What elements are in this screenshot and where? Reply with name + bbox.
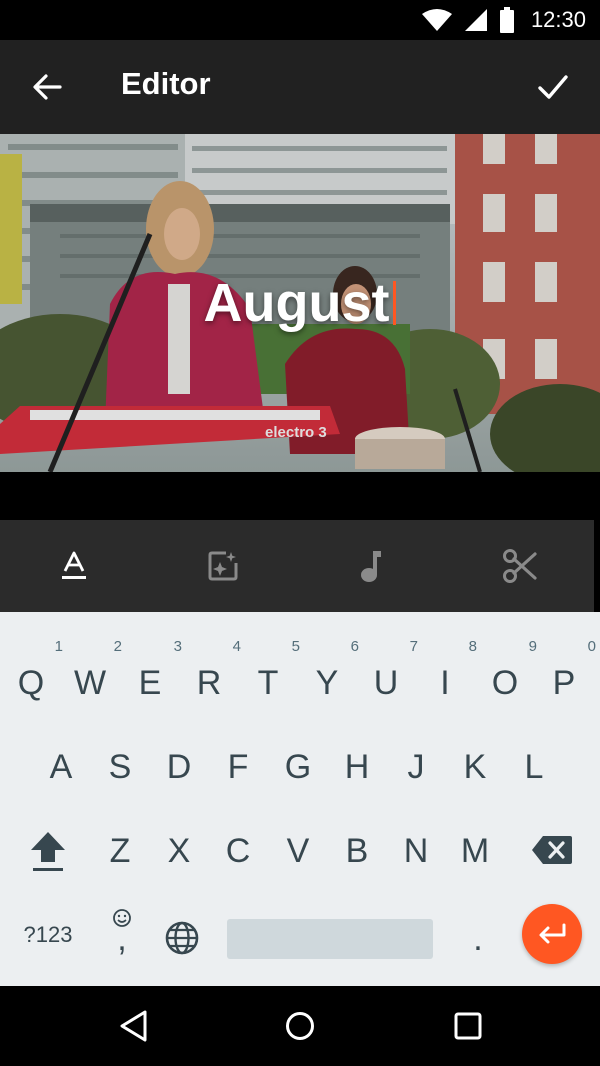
- backspace-icon: [532, 836, 572, 864]
- system-nav-bar: [0, 986, 600, 1066]
- key-u[interactable]: U7: [366, 638, 418, 703]
- shift-icon: [31, 832, 65, 871]
- key-t[interactable]: T5: [248, 638, 300, 703]
- status-time: 12:30: [530, 7, 586, 32]
- app-bar: Editor: [0, 40, 600, 134]
- tab-text[interactable]: [0, 520, 149, 612]
- key-g[interactable]: G: [278, 748, 318, 787]
- done-button[interactable]: [528, 62, 578, 112]
- key-m[interactable]: M: [455, 832, 495, 871]
- caption-text: August: [203, 273, 390, 333]
- key-h[interactable]: H: [337, 748, 377, 787]
- tab-music[interactable]: [297, 520, 446, 612]
- status-bar: 12:30: [0, 0, 600, 40]
- nav-recents-button[interactable]: [448, 1006, 488, 1046]
- emoji-comma-key[interactable]: ,: [102, 908, 142, 958]
- tab-sticker[interactable]: [149, 520, 298, 612]
- page-title: Editor: [121, 66, 211, 101]
- key-z[interactable]: Z: [100, 832, 140, 871]
- square-recents-icon: [454, 1012, 482, 1040]
- status-icons: 12:30: [421, 0, 586, 40]
- scissors-icon: [502, 549, 537, 583]
- enter-button[interactable]: [522, 904, 582, 964]
- key-e[interactable]: E3: [130, 638, 182, 703]
- video-preview-area: electro 3 August: [0, 134, 600, 520]
- wifi-icon: [421, 9, 452, 31]
- nav-back-button[interactable]: [114, 1006, 154, 1046]
- language-key[interactable]: [162, 920, 202, 965]
- space-bar[interactable]: [227, 919, 433, 959]
- key-f[interactable]: F: [218, 748, 258, 787]
- key-a[interactable]: A: [41, 748, 81, 787]
- arrow-back-icon: [33, 74, 62, 100]
- battery-icon: [499, 7, 514, 33]
- key-c[interactable]: C: [218, 832, 258, 871]
- key-q[interactable]: Q1: [11, 638, 63, 703]
- key-p[interactable]: P0: [544, 638, 596, 703]
- circle-home-icon: [286, 1012, 314, 1040]
- key-y[interactable]: Y6: [307, 638, 359, 703]
- shift-key[interactable]: [28, 830, 68, 883]
- key-k[interactable]: K: [455, 748, 495, 787]
- check-icon: [538, 75, 568, 99]
- key-w[interactable]: W2: [70, 638, 122, 703]
- music-note-icon: [361, 551, 382, 582]
- key-o[interactable]: O9: [485, 638, 537, 703]
- enter-icon: [539, 923, 566, 944]
- tab-trim[interactable]: [446, 520, 595, 612]
- caption-text-field[interactable]: August: [0, 272, 600, 334]
- symbols-key[interactable]: ?123: [18, 922, 78, 948]
- key-j[interactable]: J: [396, 748, 436, 787]
- text-format-icon: [62, 551, 87, 579]
- signal-icon: [464, 9, 487, 31]
- key-x[interactable]: X: [159, 832, 199, 871]
- key-s[interactable]: S: [100, 748, 140, 787]
- key-v[interactable]: V: [278, 832, 318, 871]
- back-button[interactable]: [22, 62, 72, 112]
- video-frame[interactable]: electro 3 August: [0, 134, 600, 472]
- key-b[interactable]: B: [337, 832, 377, 871]
- key-n[interactable]: N: [396, 832, 436, 871]
- triangle-back-icon: [120, 1010, 147, 1042]
- key-d[interactable]: D: [159, 748, 199, 787]
- editor-toolbar: [0, 520, 594, 612]
- key-l[interactable]: L: [514, 748, 554, 787]
- key-r[interactable]: R4: [189, 638, 241, 703]
- sticker-icon: [208, 551, 238, 581]
- key-i[interactable]: I8: [425, 638, 477, 703]
- backspace-key[interactable]: [530, 834, 574, 875]
- comma-label: ,: [117, 920, 127, 958]
- nav-home-button[interactable]: [280, 1006, 320, 1046]
- text-cursor: [393, 281, 397, 325]
- soft-keyboard: Q1 W2 E3 R4 T5 Y6 U7 I8 O9 P0 A S D F G …: [0, 612, 600, 986]
- globe-icon: [165, 921, 199, 955]
- period-key[interactable]: .: [458, 920, 498, 959]
